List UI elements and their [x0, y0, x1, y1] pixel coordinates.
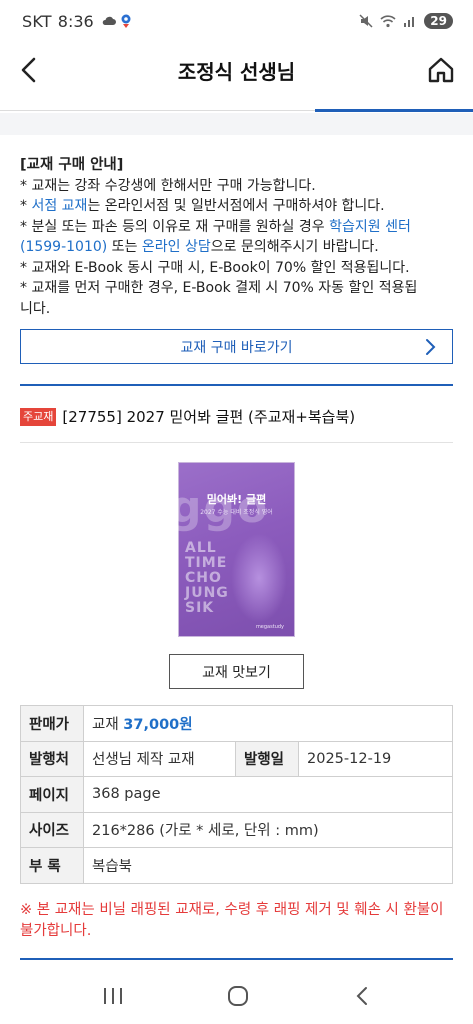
guide-line-5b: 니다.: [20, 300, 51, 317]
support-phone-link[interactable]: (1599-1010): [20, 239, 107, 255]
table-row: 페이지 368 page: [20, 776, 453, 813]
page-title: 조정식 선생님: [177, 59, 296, 84]
battery-indicator: 29: [424, 13, 453, 29]
preview-button-label: 교재 맛보기: [202, 664, 271, 681]
table-row: 부 록 복습북: [20, 847, 453, 884]
back-arrow-icon[interactable]: [14, 54, 46, 86]
pages-label: 페이지: [20, 776, 84, 813]
table-row: 사이즈 216*286 (가로 * 세로, 단위 : mm): [20, 811, 453, 848]
cover-publisher: megastudy: [255, 624, 284, 630]
home-icon[interactable]: [425, 54, 457, 86]
product-divider: [20, 442, 453, 443]
guide-line-1: * 교재는 강좌 수강생에 한해서만 구매 가능합니다.: [20, 177, 316, 194]
clock: 8:36: [57, 11, 94, 31]
product-info-table: 판매가 교재 37,000원 발행처 선생님 제작 교재 발행일 2025-12…: [20, 705, 453, 884]
bottom-divider: [20, 958, 453, 960]
mute-icon: [359, 14, 373, 28]
active-tab-indicator: [315, 109, 473, 112]
recent-apps-icon[interactable]: [101, 985, 125, 1007]
location-pin-icon: [121, 14, 131, 28]
home-button-icon[interactable]: [226, 984, 250, 1008]
table-row: 판매가 교재 37,000원: [20, 705, 453, 742]
section-spacer: [0, 113, 473, 135]
size-label: 사이즈: [20, 811, 84, 848]
guide-title: [교재 구매 안내]: [20, 157, 124, 173]
online-consult-link[interactable]: 온라인 상담: [142, 239, 211, 255]
guide-line-2: * 서점 교재는 온라인서점 및 일반서점에서 구매하셔야 합니다.: [20, 198, 385, 214]
signal-icon: [404, 17, 415, 27]
chevron-right-icon: [426, 339, 436, 355]
main-textbook-badge: 주교재: [20, 407, 57, 426]
buy-textbook-button[interactable]: 교재 구매 바로가기: [20, 329, 453, 364]
size-value: 216*286 (가로 * 세로, 단위 : mm): [83, 811, 453, 848]
section-divider: [20, 384, 453, 386]
publish-date-value: 2025-12-19: [298, 740, 453, 777]
refund-warning: ※ 본 교재는 비닐 래핑된 교재로, 수령 후 래핑 제거 및 훼손 시 환불…: [20, 902, 444, 939]
purchase-guide: [교재 구매 안내] * 교재는 강좌 수강생에 한해서만 구매 가능합니다. …: [20, 155, 460, 319]
table-row: 발행처 선생님 제작 교재 발행일 2025-12-19: [20, 740, 453, 777]
cover-large-text: ALL TIME CHO JUNG SIK: [185, 540, 229, 616]
price-value: 37,000원: [123, 716, 193, 733]
appendix-label: 부 록: [20, 847, 84, 884]
guide-line-3b: (1599-1010) 또는 온라인 상담으로 문의해주시기 바랍니다.: [20, 239, 379, 255]
wifi-icon: [380, 14, 396, 27]
carrier-label: SKT: [22, 11, 52, 31]
publish-date-label: 발행일: [235, 740, 299, 777]
support-center-link[interactable]: 학습지원 센터: [329, 219, 411, 235]
publisher-label: 발행처: [20, 740, 84, 777]
price-label: 판매가: [20, 705, 84, 742]
preview-textbook-button[interactable]: 교재 맛보기: [169, 654, 304, 689]
watermark: ggo: [170, 482, 270, 533]
guide-line-5a: * 교재를 먼저 구매한 경우, E-Book 결제 시 70% 자동 할인 적…: [20, 280, 418, 296]
guide-line-3: * 분실 또는 파손 등의 이유로 재 구매를 원하실 경우 학습지원 센터: [20, 218, 411, 235]
product-title-row: 주교재 [27755] 2027 믿어봐 글편 (주교재+복습북): [20, 406, 355, 427]
price-cell: 교재 37,000원: [83, 705, 453, 742]
system-navigation-bar: [0, 968, 473, 1024]
appendix-value: 복습북: [83, 847, 453, 884]
product-title: [27755] 2027 믿어봐 글편 (주교재+복습북): [62, 408, 356, 426]
cloud-icon: [102, 16, 116, 25]
back-button-icon[interactable]: [352, 985, 372, 1007]
status-bar: SKT 8:36 29: [0, 0, 473, 42]
bookstore-link[interactable]: 서점 교재: [31, 198, 87, 214]
publisher-value: 선생님 제작 교재: [83, 740, 236, 777]
guide-line-4: * 교재와 E-Book 동시 구매 시, E-Book이 70% 할인 적용됩…: [20, 259, 410, 276]
top-app-bar: 조정식 선생님: [0, 42, 473, 98]
pages-value: 368 page: [83, 776, 453, 813]
buy-button-label: 교재 구매 바로가기: [180, 339, 293, 356]
